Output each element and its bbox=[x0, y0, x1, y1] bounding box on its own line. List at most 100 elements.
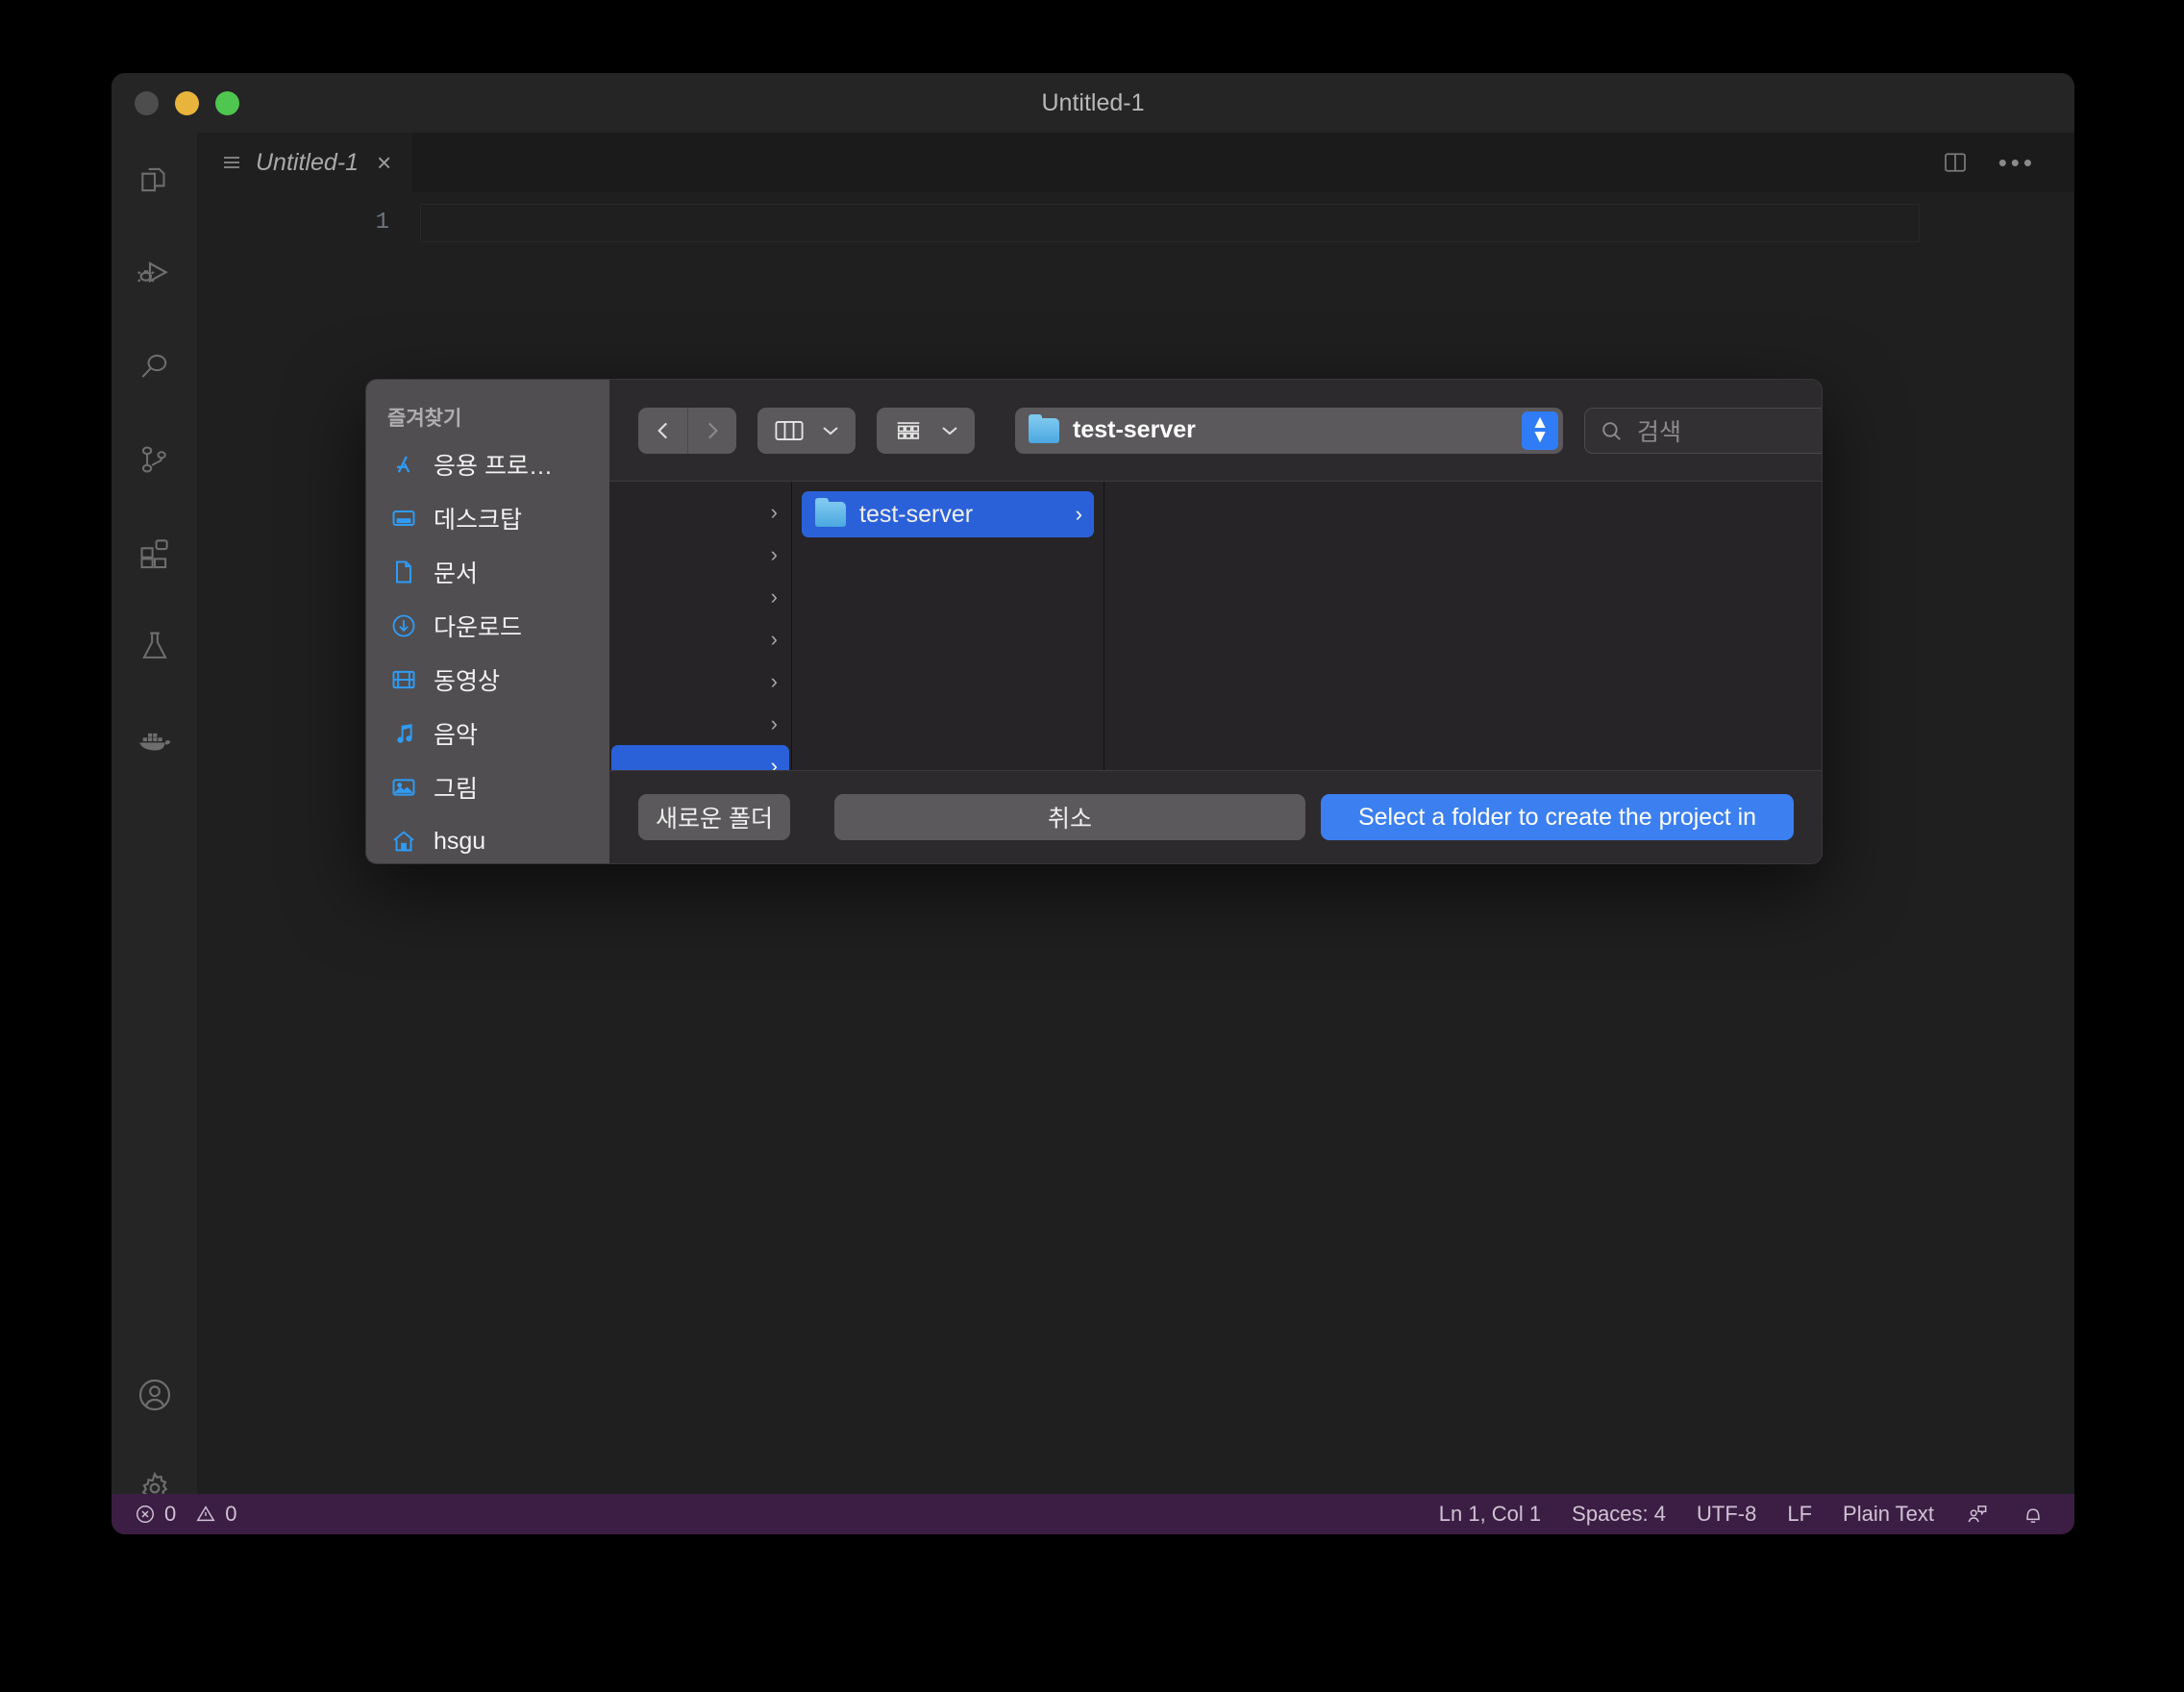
search-icon bbox=[136, 348, 173, 385]
folder-icon bbox=[815, 498, 846, 527]
warning-count-label: 0 bbox=[225, 1502, 237, 1526]
sidebar-item-documents[interactable]: 문서 bbox=[380, 545, 596, 599]
item-label: test-server bbox=[859, 500, 974, 528]
stepper-icon[interactable]: ▲ ▼ bbox=[1522, 411, 1558, 450]
applications-icon bbox=[389, 450, 418, 479]
chevron-down-icon bbox=[940, 424, 959, 437]
file-column-3-preview[interactable] bbox=[1104, 482, 1822, 770]
sidebar-item-label: 그림 bbox=[434, 776, 479, 803]
sidebar-item-downloads[interactable]: 다운로드 bbox=[380, 599, 596, 653]
list-item[interactable]: › bbox=[611, 534, 789, 576]
chevron-right-icon: › bbox=[770, 711, 778, 735]
search-field[interactable]: 검색 bbox=[1584, 407, 1822, 454]
status-bar: 0 0 Ln 1, Col 1 Spaces: 4 UTF-8 LF Plain… bbox=[112, 1494, 2074, 1534]
sidebar-item-label: 동영상 bbox=[434, 668, 501, 695]
error-count[interactable]: 0 bbox=[135, 1502, 176, 1527]
language-mode[interactable]: Plain Text bbox=[1843, 1502, 1934, 1527]
file-dialog-footer: 새로운 폴더 취소 Select a folder to create the … bbox=[609, 771, 1822, 863]
confirm-select-folder-button[interactable]: Select a folder to create the project in bbox=[1321, 794, 1794, 840]
error-icon bbox=[135, 1504, 156, 1525]
chevron-right-icon: › bbox=[770, 542, 778, 566]
extensions-icon bbox=[136, 535, 173, 571]
sidebar-item-search[interactable] bbox=[112, 319, 197, 412]
home-icon bbox=[389, 827, 418, 856]
beaker-icon bbox=[136, 628, 173, 664]
sidebar-item-label: hsgu bbox=[434, 827, 486, 855]
file-column-2[interactable]: test-server › bbox=[792, 482, 1104, 770]
sidebar-item-explorer[interactable] bbox=[112, 133, 197, 226]
sidebar-item-pictures[interactable]: 그림 bbox=[380, 760, 596, 814]
chevron-right-icon: › bbox=[770, 500, 778, 524]
sidebar-item-desktop[interactable]: 데스크탑 bbox=[380, 491, 596, 545]
list-item[interactable]: › bbox=[611, 576, 789, 618]
current-line-highlight bbox=[420, 204, 1920, 242]
current-folder-dropdown[interactable]: test-server ▲ ▼ bbox=[1015, 407, 1563, 454]
sidebar-item-docker[interactable] bbox=[112, 692, 197, 785]
editor-tab-bar: Untitled-1 × ••• bbox=[197, 133, 2074, 192]
sidebar-item-applications[interactable]: 응용 프로… bbox=[380, 437, 596, 491]
chevron-right-icon: › bbox=[770, 669, 778, 693]
list-item[interactable]: › bbox=[611, 660, 789, 703]
list-item-selected[interactable]: › bbox=[611, 745, 789, 770]
line-number: 1 bbox=[375, 210, 389, 236]
indentation[interactable]: Spaces: 4 bbox=[1572, 1502, 1666, 1527]
warning-count[interactable]: 0 bbox=[195, 1502, 237, 1527]
navigation-buttons bbox=[638, 407, 736, 454]
list-item[interactable]: › bbox=[611, 491, 789, 534]
tab-label: Untitled-1 bbox=[256, 148, 359, 176]
sidebar-item-music[interactable]: 음악 bbox=[380, 707, 596, 760]
view-mode-button[interactable] bbox=[757, 407, 856, 454]
list-item-selected[interactable]: test-server › bbox=[802, 491, 1094, 537]
forward-button[interactable] bbox=[687, 407, 736, 454]
column-view-icon bbox=[773, 417, 806, 444]
warning-icon bbox=[195, 1504, 216, 1525]
list-item[interactable]: › bbox=[611, 703, 789, 745]
notification-bell-icon[interactable] bbox=[2021, 1502, 2046, 1527]
chevron-down-icon bbox=[821, 424, 840, 437]
sidebar-item-home[interactable]: hsgu bbox=[380, 814, 596, 863]
docker-whale-icon bbox=[135, 719, 175, 759]
sidebar-item-extensions[interactable] bbox=[112, 506, 197, 599]
file-column-1[interactable]: › › › › › › › bbox=[609, 482, 792, 770]
sidebar-item-source-control[interactable] bbox=[112, 412, 197, 506]
sidebar-item-run-and-debug[interactable] bbox=[112, 226, 197, 319]
source-control-icon bbox=[136, 441, 173, 478]
chevron-right-icon: › bbox=[770, 754, 778, 770]
tab-untitled-1[interactable]: Untitled-1 × bbox=[197, 133, 413, 192]
window-title: Untitled-1 bbox=[1041, 89, 1145, 116]
back-button[interactable] bbox=[638, 407, 687, 454]
search-placeholder: 검색 bbox=[1637, 418, 1682, 446]
sidebar-item-label: 다운로드 bbox=[434, 614, 523, 641]
group-by-button[interactable] bbox=[877, 407, 975, 454]
chevron-right-icon: › bbox=[1075, 502, 1082, 526]
cancel-button[interactable]: 취소 bbox=[834, 794, 1305, 840]
chevron-right-icon: › bbox=[770, 585, 778, 609]
sidebar-item-label: 음악 bbox=[434, 722, 479, 749]
account-icon bbox=[136, 1376, 174, 1414]
pictures-icon bbox=[389, 773, 418, 802]
sidebar-item-label: 문서 bbox=[434, 560, 479, 587]
sidebar-group-favorites-title: 즐겨찾기 bbox=[387, 408, 462, 430]
sidebar-item-movies[interactable]: 동영상 bbox=[380, 653, 596, 707]
current-folder-label: test-server bbox=[1073, 416, 1196, 443]
sidebar-item-testing[interactable] bbox=[112, 599, 197, 692]
split-editor-icon[interactable] bbox=[1941, 148, 1970, 177]
desktop-icon bbox=[389, 504, 418, 533]
files-icon bbox=[136, 162, 173, 198]
encoding[interactable]: UTF-8 bbox=[1697, 1502, 1756, 1527]
live-share-icon[interactable] bbox=[1965, 1502, 1990, 1527]
end-of-line[interactable]: LF bbox=[1787, 1502, 1812, 1527]
more-actions-icon[interactable]: ••• bbox=[1998, 148, 2036, 178]
status-bar-left: 0 0 bbox=[135, 1502, 237, 1527]
music-icon bbox=[389, 719, 418, 748]
cursor-position[interactable]: Ln 1, Col 1 bbox=[1439, 1502, 1541, 1527]
group-by-icon bbox=[892, 417, 925, 444]
sidebar-item-label: 응용 프로… bbox=[434, 453, 553, 480]
sidebar-item-accounts[interactable] bbox=[112, 1348, 197, 1441]
close-icon[interactable]: × bbox=[377, 150, 391, 175]
list-item[interactable]: › bbox=[611, 618, 789, 660]
file-dialog-sidebar: 즐겨찾기 응용 프로… 데스크탑 문서 다운로드 동영상 음악 그림 hsgu bbox=[366, 380, 609, 863]
editor-actions: ••• bbox=[1941, 148, 2074, 178]
new-folder-button[interactable]: 새로운 폴더 bbox=[638, 794, 790, 840]
sidebar-item-label: 데스크탑 bbox=[434, 507, 523, 534]
